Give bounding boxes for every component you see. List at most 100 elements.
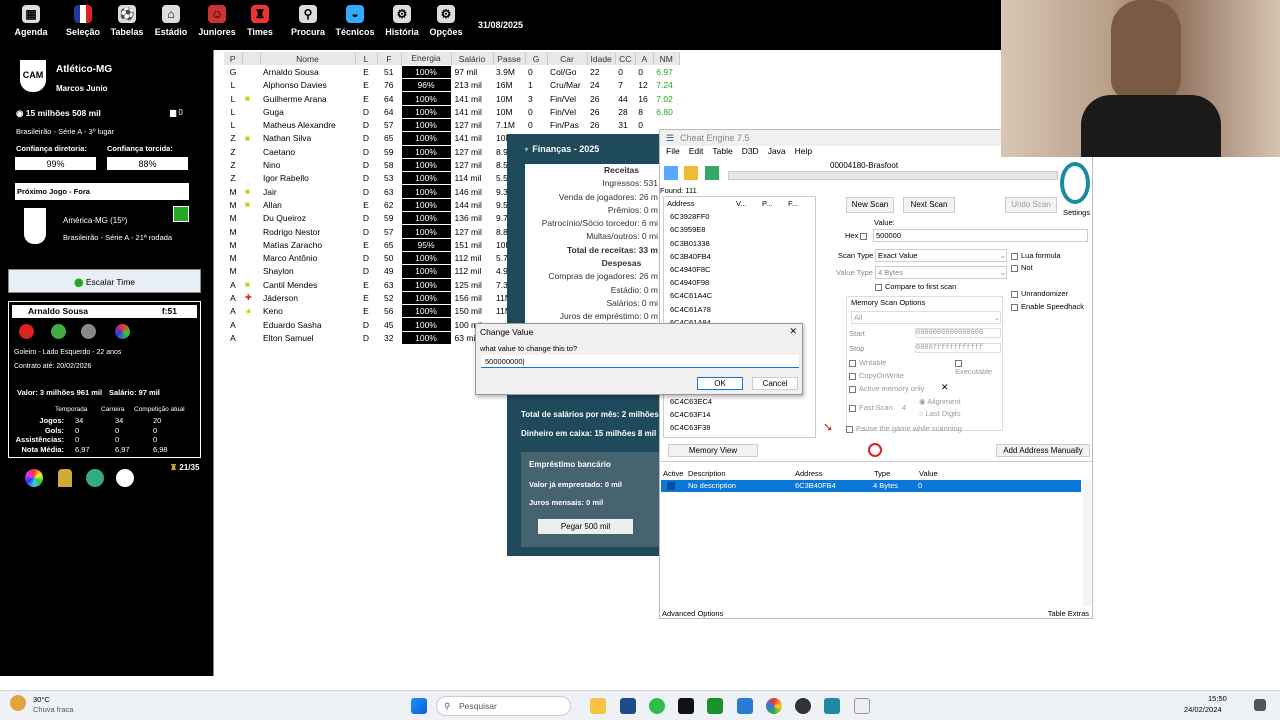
column-header[interactable]: A (635, 52, 654, 66)
weather-icon[interactable] (10, 695, 26, 711)
notification-icon[interactable] (1254, 699, 1266, 711)
speedhack-checkbox[interactable] (1011, 303, 1018, 311)
menu-d3d[interactable]: D3D (742, 146, 759, 156)
executable-option[interactable]: Executable (955, 358, 1002, 376)
address-row[interactable]: 6C4C63F38 (667, 421, 815, 434)
address-row[interactable]: 6C4C63F14 (667, 408, 815, 421)
address-row[interactable]: 6C3B01338 (667, 237, 815, 250)
player-row[interactable]: G Arnaldo Sousa E 51 100% 97 mil 3.9M 0 Col/Go 22… (224, 64, 679, 80)
hex-checkbox[interactable] (860, 232, 868, 240)
unrandomizer-option[interactable]: Unrandomizer (1011, 289, 1068, 298)
close-icon[interactable]: ✕ (941, 382, 949, 393)
player-row[interactable]: L ■ Guilherme Arana E 64 100% 141 mil 10M 3 Fin/V… (224, 91, 679, 106)
menu-edit[interactable]: Edit (689, 146, 704, 156)
column-header[interactable]: Idade (587, 52, 616, 66)
take-loan-button[interactable]: Pegar 500 mil (538, 519, 633, 534)
tiktok-icon[interactable] (678, 698, 694, 714)
times-button[interactable]: ♜ Times (238, 5, 282, 37)
cancel-button[interactable]: Cancel (752, 377, 798, 390)
store-icon[interactable] (620, 698, 636, 714)
open-file-icon[interactable] (684, 166, 698, 180)
hex-option[interactable]: Hex (845, 231, 870, 240)
ok-button[interactable]: OK (697, 377, 743, 390)
settings-link[interactable]: Settings (1063, 208, 1090, 217)
column-header[interactable]: L (355, 52, 378, 66)
fast-scan-value[interactable]: 4 (902, 403, 906, 412)
app-icon[interactable] (737, 698, 753, 714)
writable-checkbox[interactable] (849, 359, 856, 367)
address-row[interactable]: 6C4940F8C (667, 263, 815, 276)
last-digits-option[interactable]: ○ Last Digits (919, 409, 961, 418)
scan-value-input[interactable]: 500000 (873, 229, 1088, 242)
cheat-table-scrollbar[interactable] (1083, 480, 1091, 606)
windows-start-icon[interactable] (411, 698, 427, 714)
column-header[interactable]: P (224, 52, 243, 66)
player-row[interactable]: L Alphonso Davies E 76 96% 213 mil 16M 1 Cru/Mar… (224, 78, 679, 93)
tabelas-button[interactable]: ⚽ Tabelas (105, 5, 149, 37)
whatsapp-icon[interactable] (649, 698, 665, 714)
player-row[interactable]: L Matheus Alexandre D 57 100% 127 mil 7.1M 0 Fin… (224, 117, 679, 133)
message-count[interactable]: 0 (178, 108, 182, 117)
lua-formula-checkbox[interactable] (1011, 252, 1018, 260)
address-row[interactable]: 6C4C63EC4 (667, 395, 815, 408)
fast-scan-option[interactable]: Fast Scan (849, 403, 893, 412)
estadio-button[interactable]: ⌂ Estádio (149, 5, 193, 37)
address-row[interactable]: 6C3959E8 (667, 223, 815, 236)
procura-button[interactable]: ⚲ Procura (286, 5, 330, 37)
obs-icon[interactable] (795, 698, 811, 714)
column-header[interactable]: NM (653, 52, 680, 66)
column-header[interactable]: Car (547, 52, 588, 66)
save-icon[interactable] (705, 166, 719, 180)
address-row[interactable]: 6C4940F98 (667, 276, 815, 289)
opcoes-button[interactable]: ⚙ Opções (424, 5, 468, 37)
player-row[interactable]: L Guga D 64 100% 141 mil 10M 0 Fin/Vel 26 28 8 6.80 (224, 104, 679, 119)
stop-address-input[interactable]: 00007fffffffffff (915, 343, 1001, 353)
chrome-icon[interactable] (766, 698, 782, 714)
menu-table[interactable]: Table (712, 146, 732, 156)
add-address-manually-button[interactable]: Add Address Manually (996, 444, 1090, 457)
close-icon[interactable]: ✕ (789, 326, 797, 337)
active-memory-checkbox[interactable] (849, 385, 856, 393)
column-header[interactable]: CC (615, 52, 636, 66)
menu-file[interactable]: File (666, 146, 680, 156)
history-icon[interactable] (51, 324, 66, 339)
not-option[interactable]: Not (1011, 263, 1033, 272)
scan-type-select[interactable]: Exact Value ⌄ (875, 249, 1007, 262)
pause-game-checkbox[interactable] (846, 425, 853, 433)
undo-scan-button[interactable]: Undo Scan (1005, 197, 1057, 213)
advanced-options-link[interactable]: Advanced Options (662, 609, 723, 618)
tecnicos-button[interactable]: ◒ Técnicos (333, 5, 377, 37)
column-header[interactable]: Nome (260, 52, 356, 66)
red-card-icon[interactable] (19, 324, 34, 339)
pause-game-option[interactable]: Pause the game while scanning (846, 424, 962, 433)
not-checkbox[interactable] (1011, 264, 1018, 272)
taskbar-search[interactable]: ⚲ Pesquisar (436, 696, 571, 716)
menu-help[interactable]: Help (795, 146, 812, 156)
executable-checkbox[interactable] (955, 359, 962, 367)
compare-first-option[interactable]: Compare to first scan (875, 282, 956, 291)
new-scan-button[interactable]: New Scan (846, 197, 894, 213)
trophy-icon[interactable] (58, 469, 72, 487)
column-header[interactable]: F (377, 52, 402, 66)
alignment-option[interactable]: ◉ Alignment (919, 397, 961, 406)
compare-first-checkbox[interactable] (875, 283, 882, 291)
globe-icon[interactable] (86, 469, 104, 487)
memory-region-select[interactable]: All ⌄ (851, 311, 1001, 324)
cheat-engine-taskbar-icon[interactable] (824, 698, 840, 714)
copyonwrite-checkbox[interactable] (849, 372, 856, 380)
speedhack-option[interactable]: Enable Speedhack (1011, 302, 1084, 311)
color-wheel-icon[interactable] (25, 469, 43, 487)
historia-button[interactable]: ⚙ História (380, 5, 424, 37)
ce-big-logo-icon[interactable] (1060, 162, 1090, 204)
escalar-time-button[interactable]: ⬤ Escalar Time (8, 269, 201, 293)
active-checkbox[interactable] (667, 482, 675, 490)
change-value-input[interactable]: 500000000| (481, 355, 799, 368)
address-row[interactable]: 6C3B40FB4 (667, 250, 815, 263)
unrandomizer-checkbox[interactable] (1011, 290, 1018, 298)
writable-option[interactable]: Writable (849, 358, 886, 367)
clock-icon[interactable] (116, 469, 134, 487)
address-row[interactable]: 6C4C61A78 (667, 303, 815, 316)
value-type-select[interactable]: 4 Bytes ⌄ (875, 266, 1007, 279)
menu-java[interactable]: Java (768, 146, 786, 156)
column-header[interactable]: Salário (451, 52, 494, 66)
